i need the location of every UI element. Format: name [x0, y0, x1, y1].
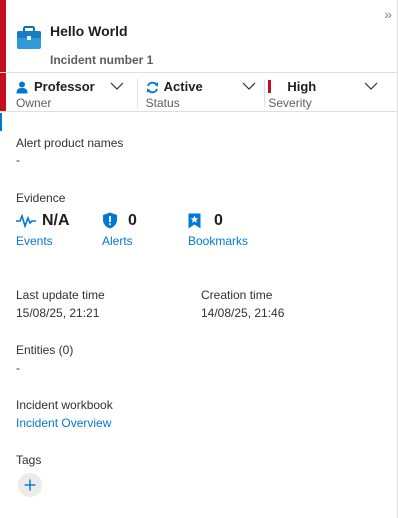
- severity-bar-icon: [268, 80, 272, 93]
- events-count: N/A: [42, 212, 70, 229]
- owner-label: Owner: [16, 96, 52, 110]
- severity-label: Severity: [268, 96, 312, 110]
- last-update-time-value: 15/08/25, 21:21: [16, 306, 100, 320]
- refresh-icon: [146, 81, 158, 94]
- owner-value: Professor: [34, 79, 95, 94]
- entities-label: Entities (0): [16, 343, 74, 357]
- incident-number: Incident number 1: [50, 53, 154, 67]
- incident-workbook-label: Incident workbook: [16, 398, 113, 412]
- last-update-time-label: Last update time: [16, 288, 105, 302]
- tags-label: Tags: [16, 453, 42, 467]
- creation-time-value: 14/08/25, 21:46: [201, 306, 285, 320]
- alert-product-names-value: -: [16, 153, 20, 167]
- severity-dropdown[interactable]: High Severity: [256, 73, 397, 111]
- evidence-label: Evidence: [16, 191, 66, 205]
- person-icon: [16, 81, 28, 94]
- alert-product-names-label: Alert product names: [16, 136, 124, 150]
- status-dropdown[interactable]: Active Status: [129, 73, 257, 111]
- add-tag-button[interactable]: [18, 473, 42, 497]
- events-link[interactable]: Events: [16, 234, 53, 248]
- status-bar: Professor Owner Active Status High Sever…: [0, 72, 397, 112]
- incident-header: Hello World Incident number 1 »: [0, 0, 397, 72]
- status-label: Status: [145, 96, 180, 110]
- bookmark-star-icon: [188, 213, 201, 229]
- status-value: Active: [163, 79, 203, 94]
- pulse-icon: [16, 214, 36, 228]
- severity-value: High: [287, 79, 317, 94]
- incident-overview-link[interactable]: Incident Overview: [16, 416, 111, 430]
- bookmarks-count: 0: [214, 212, 223, 229]
- briefcase-icon: [17, 26, 41, 49]
- collapse-panel-button[interactable]: »: [384, 6, 392, 22]
- creation-time-label: Creation time: [201, 288, 273, 302]
- chevron-down-icon: [364, 82, 378, 90]
- alerts-link[interactable]: Alerts: [102, 234, 133, 248]
- chevron-down-icon: [110, 82, 124, 90]
- entities-value: -: [16, 361, 20, 375]
- shield-alert-icon: [103, 212, 117, 229]
- owner-dropdown[interactable]: Professor Owner: [0, 73, 129, 111]
- bookmarks-link[interactable]: Bookmarks: [188, 234, 248, 248]
- alerts-count: 0: [128, 212, 137, 229]
- incident-details-panel: Hello World Incident number 1 » Professo…: [0, 0, 398, 518]
- chevron-down-icon: [242, 82, 256, 90]
- incident-title: Hello World: [50, 23, 128, 39]
- plus-icon: [24, 479, 36, 491]
- scroll-indicator: [0, 113, 2, 131]
